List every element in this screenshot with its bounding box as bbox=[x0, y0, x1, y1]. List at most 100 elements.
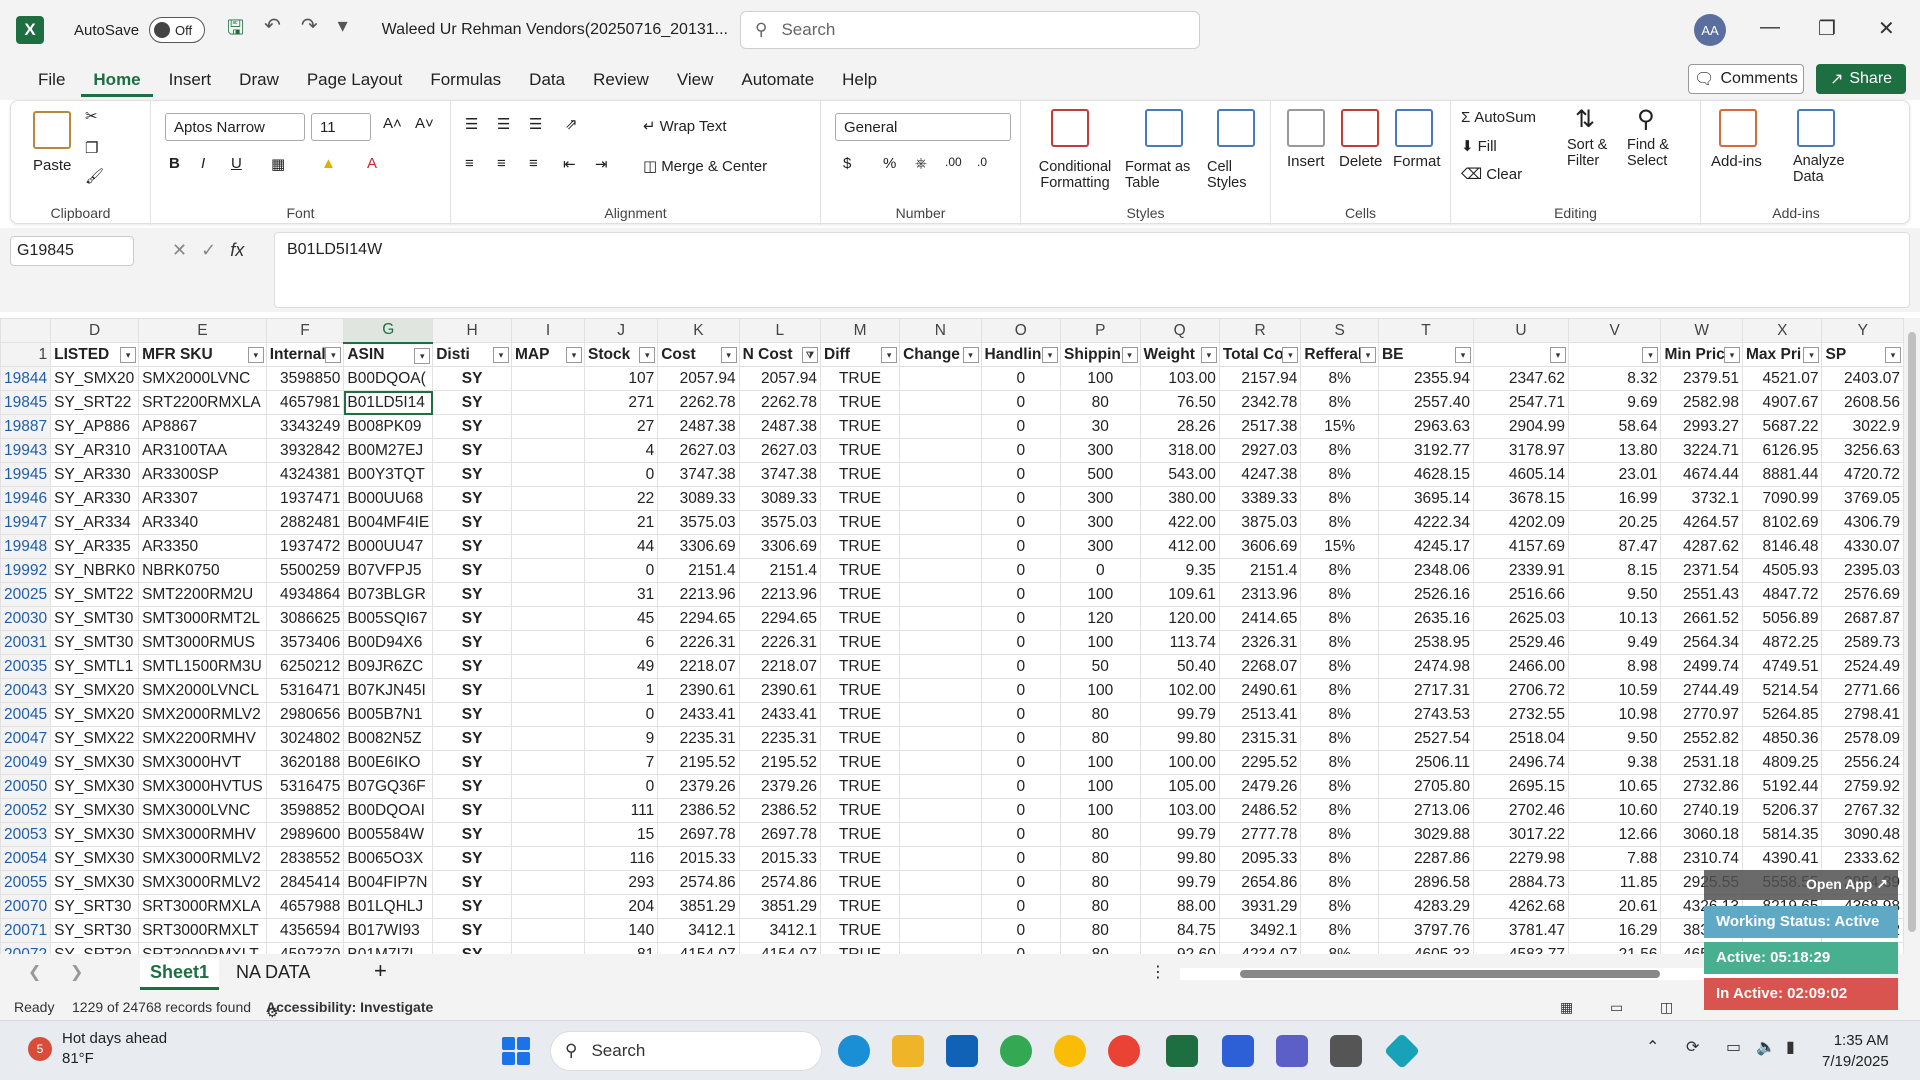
cell[interactable]: 0 bbox=[980, 654, 1062, 679]
cell[interactable]: 4809.25 bbox=[1742, 750, 1823, 775]
column-header-cell[interactable]: Diff ▾ bbox=[820, 342, 901, 367]
cell[interactable]: 0 bbox=[980, 582, 1062, 607]
cell[interactable]: 3575.03 bbox=[657, 510, 740, 535]
cell[interactable]: 2487.38 bbox=[738, 414, 822, 439]
filter-dropdown-icon[interactable]: ▾ bbox=[1282, 347, 1299, 363]
cell[interactable]: 16.29 bbox=[1567, 918, 1662, 943]
cell[interactable]: SRT3000RMXLT bbox=[138, 918, 267, 943]
cell[interactable] bbox=[511, 438, 585, 463]
cell[interactable]: 2499.74 bbox=[1660, 654, 1744, 679]
filter-dropdown-icon[interactable]: ▾ bbox=[1042, 347, 1059, 363]
cell[interactable]: SMT3000RMUS bbox=[138, 630, 267, 655]
cell[interactable]: 3620188 bbox=[265, 750, 345, 775]
cell[interactable]: SY_SRT30 bbox=[50, 918, 140, 943]
column-header[interactable]: J bbox=[583, 318, 659, 343]
underline-icon[interactable]: U bbox=[231, 155, 242, 172]
tab-page-layout[interactable]: Page Layout bbox=[295, 64, 414, 96]
cell[interactable]: 3931.29 bbox=[1218, 894, 1302, 919]
tab-home[interactable]: Home bbox=[81, 64, 153, 97]
column-header-cell[interactable]: SP ▾ bbox=[1821, 342, 1904, 367]
cell[interactable]: SY_AR335 bbox=[50, 534, 140, 559]
cell[interactable]: 15 bbox=[583, 822, 659, 847]
cell[interactable]: 3606.69 bbox=[1218, 534, 1302, 559]
cell[interactable]: 28.26 bbox=[1139, 414, 1220, 439]
currency-icon[interactable]: $ bbox=[843, 155, 851, 172]
align-middle-icon[interactable]: ☰ bbox=[497, 115, 510, 133]
cell[interactable]: 2218.07 bbox=[657, 654, 740, 679]
cell[interactable]: 2732.86 bbox=[1660, 774, 1744, 799]
cell[interactable]: 2838552 bbox=[265, 846, 345, 871]
cell[interactable]: SY bbox=[432, 606, 512, 631]
column-header-cell[interactable]: Refferal ▾ bbox=[1300, 342, 1379, 367]
cell[interactable] bbox=[899, 630, 982, 655]
cell[interactable]: NBRK0750 bbox=[138, 558, 267, 583]
cell[interactable]: 99.79 bbox=[1139, 702, 1220, 727]
cell[interactable]: 2151.4 bbox=[738, 558, 822, 583]
cell[interactable]: 8% bbox=[1300, 774, 1379, 799]
cell[interactable]: 0 bbox=[980, 798, 1062, 823]
cell[interactable]: 3343249 bbox=[265, 414, 345, 439]
column-header[interactable]: H bbox=[432, 318, 512, 343]
column-header-cell[interactable]: ASIN ▾ bbox=[343, 342, 434, 367]
windows-start-icon[interactable] bbox=[502, 1037, 530, 1065]
italic-icon[interactable]: I bbox=[201, 155, 205, 172]
decrease-decimal-icon[interactable]: .0 bbox=[977, 155, 987, 169]
cell[interactable]: 3492.1 bbox=[1218, 918, 1302, 943]
cell[interactable]: 5214.54 bbox=[1742, 678, 1823, 703]
cell[interactable]: SRT3000RMXLA bbox=[138, 894, 267, 919]
cell[interactable]: SRT2200RMXLA bbox=[138, 390, 267, 415]
cell-styles-icon[interactable] bbox=[1217, 109, 1255, 147]
column-header[interactable]: K bbox=[657, 318, 740, 343]
cell[interactable]: 2379.51 bbox=[1660, 366, 1744, 391]
cell[interactable]: 2798.41 bbox=[1821, 702, 1904, 727]
cell[interactable]: 0 bbox=[583, 558, 659, 583]
cell[interactable]: B07GQ36F bbox=[343, 774, 434, 799]
cell[interactable]: 100 bbox=[1060, 798, 1141, 823]
cell[interactable]: 3178.97 bbox=[1472, 438, 1569, 463]
cell-table[interactable]: D E F G H I J K L M N O P Q R S T U V W X Y 1 LISTED ▾ MFR SKU ▾ In… bbox=[0, 318, 1904, 954]
cell[interactable]: 0 bbox=[980, 942, 1062, 954]
cell[interactable]: SMT2200RM2U bbox=[138, 582, 267, 607]
cell[interactable] bbox=[899, 918, 982, 943]
cell[interactable]: SY_SMX30 bbox=[50, 774, 140, 799]
column-header-cell[interactable]: ▾ bbox=[1472, 342, 1569, 367]
cell[interactable]: 6250212 bbox=[265, 654, 345, 679]
autosave-toggle[interactable]: Off bbox=[149, 17, 206, 43]
cell[interactable]: 3678.15 bbox=[1472, 486, 1569, 511]
cell[interactable]: SMX3000RMLV2 bbox=[138, 846, 267, 871]
column-header-cell[interactable]: MAP ▾ bbox=[511, 342, 585, 367]
cell[interactable]: TRUE bbox=[820, 390, 901, 415]
cell[interactable]: SMX2000LVNC bbox=[138, 366, 267, 391]
cell[interactable]: SY bbox=[432, 702, 512, 727]
cell[interactable] bbox=[511, 750, 585, 775]
cell[interactable]: 0 bbox=[980, 486, 1062, 511]
cell[interactable]: 0 bbox=[980, 870, 1062, 895]
cell[interactable] bbox=[899, 894, 982, 919]
cell[interactable]: 6126.95 bbox=[1742, 438, 1823, 463]
cell[interactable]: 7090.99 bbox=[1742, 486, 1823, 511]
cell[interactable]: B00M27EJ bbox=[343, 438, 434, 463]
cell[interactable]: B0065O3X bbox=[343, 846, 434, 871]
cell[interactable]: SMT3000RMT2L bbox=[138, 606, 267, 631]
cell[interactable]: 2226.31 bbox=[738, 630, 822, 655]
document-title[interactable]: Waleed Ur Rehman Vendors(20250716_20131.… bbox=[382, 20, 752, 40]
cell[interactable]: 8% bbox=[1300, 654, 1379, 679]
row-number[interactable]: 20052 bbox=[0, 798, 52, 823]
cell[interactable] bbox=[511, 846, 585, 871]
cell[interactable]: 2744.49 bbox=[1660, 678, 1744, 703]
cell[interactable]: 2713.06 bbox=[1377, 798, 1474, 823]
cell[interactable]: 3090.48 bbox=[1821, 822, 1904, 847]
app-diamond-icon[interactable] bbox=[1383, 1032, 1421, 1070]
cell[interactable] bbox=[899, 462, 982, 487]
cell[interactable]: TRUE bbox=[820, 750, 901, 775]
column-header[interactable]: M bbox=[820, 318, 901, 343]
filter-dropdown-icon[interactable]: ▾ bbox=[962, 347, 979, 363]
cell[interactable]: 2845414 bbox=[265, 870, 345, 895]
cell[interactable]: 4657988 bbox=[265, 894, 345, 919]
column-header-cell[interactable]: Change ▾ bbox=[899, 342, 982, 367]
cell[interactable]: 20.61 bbox=[1567, 894, 1662, 919]
tab-automate[interactable]: Automate bbox=[729, 64, 826, 96]
cell[interactable]: 4628.15 bbox=[1377, 462, 1474, 487]
column-header-cell[interactable]: Weight ▾ bbox=[1139, 342, 1220, 367]
cell[interactable]: B004FIP7N bbox=[343, 870, 434, 895]
